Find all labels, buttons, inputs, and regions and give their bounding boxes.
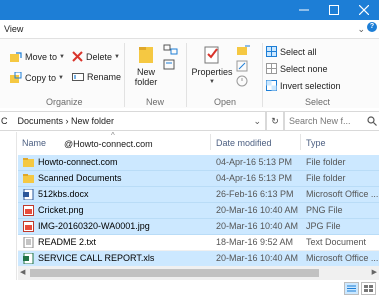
scrollbar-thumb[interactable] xyxy=(30,269,319,277)
maximize-icon xyxy=(329,5,339,15)
list-item[interactable]: SERVICE CALL REPORT.xls 20-Mar-16 10:40 … xyxy=(18,251,379,267)
folder-icon xyxy=(23,158,34,167)
select-all-icon xyxy=(266,46,277,57)
close-icon xyxy=(359,5,369,15)
new-item-icon[interactable] xyxy=(163,44,179,56)
delete-icon xyxy=(72,51,83,62)
new-folder-icon xyxy=(139,47,153,63)
navigation-pane[interactable] xyxy=(0,132,17,282)
properties-button[interactable]: Properties ▼ xyxy=(190,45,234,87)
chevron-down-icon[interactable]: ⌄ xyxy=(253,116,261,127)
folder-icon xyxy=(23,174,34,183)
list-item[interactable]: Cricket.png 20-Mar-16 10:40 AM PNG File xyxy=(18,203,379,219)
move-to-button[interactable]: Move to ▼ xyxy=(10,51,65,63)
address-bar[interactable]: C Documents › New folder ⌄ xyxy=(0,111,266,131)
rename-icon xyxy=(72,73,84,81)
list-item[interactable]: README 2.txt 18-Mar-16 9:52 AM Text Docu… xyxy=(18,235,379,251)
title-bar xyxy=(0,0,379,20)
history-icon[interactable] xyxy=(236,75,248,87)
edit-icon[interactable] xyxy=(236,60,248,72)
open-group-label: Open xyxy=(214,97,237,107)
breadcrumb[interactable]: Documents › New folder xyxy=(18,116,115,126)
excel-icon xyxy=(23,253,34,264)
help-icon[interactable]: ? xyxy=(367,22,377,32)
scroll-right-icon[interactable]: ▶ xyxy=(372,268,377,276)
minimize-icon xyxy=(299,9,309,11)
list-item[interactable]: Howto-connect.com 04-Apr-16 5:13 PM File… xyxy=(18,155,379,171)
select-all-button[interactable]: Select all xyxy=(266,46,317,57)
copy-to-button[interactable]: Copy to ▼ xyxy=(10,72,64,84)
search-icon xyxy=(367,116,377,126)
ribbon-separator xyxy=(124,43,125,107)
invert-selection-button[interactable]: Invert selection xyxy=(266,80,341,91)
scroll-left-icon[interactable]: ◀ xyxy=(20,268,25,276)
properties-icon xyxy=(204,46,219,64)
view-tab[interactable]: View xyxy=(4,24,23,34)
refresh-button[interactable]: ↻ xyxy=(266,111,284,131)
refresh-icon: ↻ xyxy=(271,115,279,126)
watermark-text: @Howto-connect.com xyxy=(64,139,153,149)
text-file-icon xyxy=(23,237,34,248)
easy-access-icon[interactable] xyxy=(163,59,179,71)
new-group-label: New xyxy=(146,97,165,107)
ribbon-separator xyxy=(262,43,263,107)
open-icon[interactable] xyxy=(236,44,252,56)
large-icons-view-icon xyxy=(364,285,373,292)
details-view-icon xyxy=(347,285,356,292)
copy-to-icon xyxy=(10,72,22,83)
ribbon: Move to ▼ Delete ▼ Copy to ▼ Rename Organiz… xyxy=(0,38,379,110)
chevron-down-icon[interactable]: ⌄ xyxy=(357,24,365,35)
word-icon xyxy=(23,189,34,200)
horizontal-scrollbar[interactable]: ◀ ▶ xyxy=(18,266,379,280)
chevron-down-icon: ▼ xyxy=(209,79,215,85)
status-bar xyxy=(0,280,379,296)
column-header-name[interactable]: Name xyxy=(22,138,46,148)
column-header-type[interactable]: Type xyxy=(306,138,326,148)
large-icons-view-button[interactable] xyxy=(361,282,376,295)
list-item[interactable]: IMG-20160320-WA0001.jpg 20-Mar-16 10:40 … xyxy=(18,219,379,235)
organize-group-label: Organize xyxy=(46,97,83,107)
search-input[interactable]: Search New f... xyxy=(284,111,379,131)
details-view-button[interactable] xyxy=(344,282,359,295)
column-header-date[interactable]: Date modified xyxy=(216,138,272,148)
select-none-button[interactable]: Select none xyxy=(266,63,328,74)
new-folder-button[interactable]: New folder xyxy=(130,45,162,87)
minimize-button[interactable] xyxy=(289,0,319,20)
delete-button[interactable]: Delete ▼ xyxy=(72,51,120,62)
image-icon xyxy=(23,205,34,216)
select-group-label: Select xyxy=(305,97,331,107)
close-button[interactable] xyxy=(349,0,379,20)
column-divider[interactable] xyxy=(300,134,301,150)
invert-selection-icon xyxy=(266,80,277,91)
column-divider[interactable] xyxy=(210,134,211,150)
list-item[interactable]: Scanned Documents 04-Apr-16 5:13 PM File… xyxy=(18,171,379,187)
move-to-icon xyxy=(10,52,22,62)
address-bar-row: C Documents › New folder ⌄ ↻ Search New … xyxy=(0,108,379,132)
maximize-button[interactable] xyxy=(319,0,349,20)
image-icon xyxy=(23,221,34,232)
menu-bar: View ⌄ ? xyxy=(0,20,379,38)
ribbon-separator xyxy=(186,43,187,107)
list-item[interactable]: 512kbs.docx 26-Feb-16 6:13 PM Microsoft … xyxy=(18,187,379,203)
rename-button[interactable]: Rename xyxy=(72,72,121,82)
select-none-icon xyxy=(266,63,277,74)
